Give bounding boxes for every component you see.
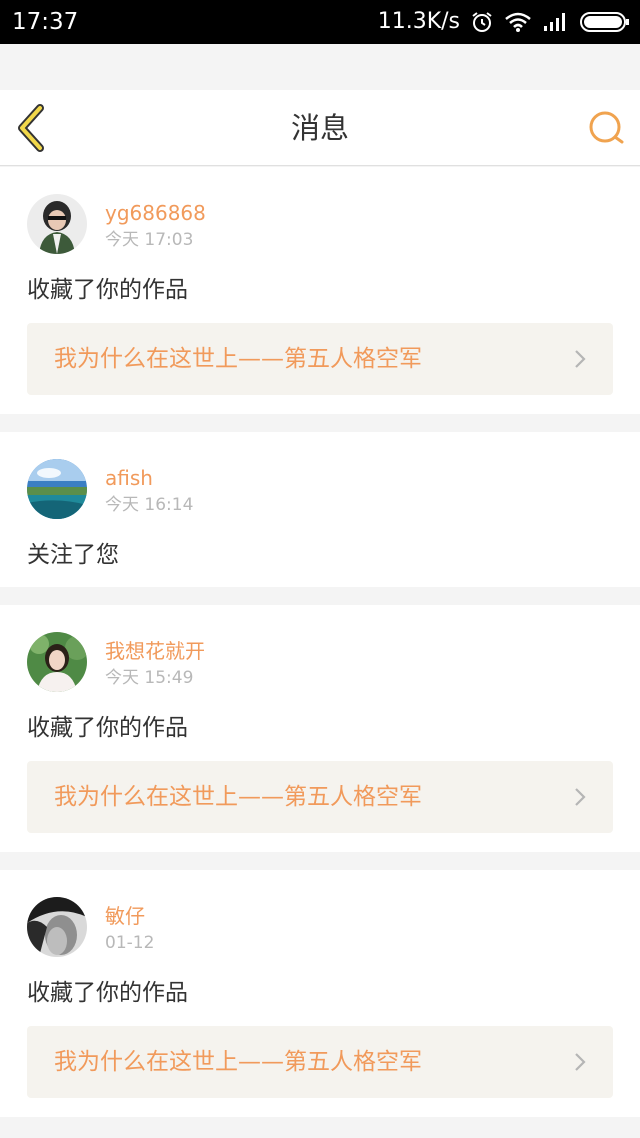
message-card: yg686868 今天 17:03 收藏了你的作品 我为什么在这世上——第五人格…	[0, 167, 640, 414]
work-link[interactable]: 我为什么在这世上——第五人格空军	[27, 323, 613, 395]
username[interactable]: 敏仔	[105, 903, 145, 929]
timestamp: 01-12	[105, 933, 155, 953]
work-title: 我为什么在这世上——第五人格空军	[54, 346, 422, 372]
message-card: 我想花就开 今天 15:49 收藏了你的作品 我为什么在这世上——第五人格空军	[0, 605, 640, 852]
status-time: 17:37	[12, 9, 79, 35]
message-card: 敏仔 01-12 收藏了你的作品 我为什么在这世上——第五人格空军	[0, 870, 640, 1117]
header: 消息	[0, 90, 640, 166]
action-text: 收藏了你的作品	[27, 980, 188, 1006]
network-speed: 11.3K/s	[377, 9, 460, 34]
work-link[interactable]: 我为什么在这世上——第五人格空军	[27, 1026, 613, 1098]
page-title: 消息	[290, 111, 349, 145]
timestamp: 今天 15:49	[105, 668, 194, 688]
avatar[interactable]	[27, 632, 87, 692]
status-icons: 11.3K/s	[378, 8, 630, 36]
alarm-icon	[472, 12, 492, 32]
avatar[interactable]	[27, 194, 87, 254]
search-icon[interactable]	[586, 108, 626, 148]
chevron-right-icon	[575, 1053, 586, 1071]
work-link[interactable]: 我为什么在这世上——第五人格空军	[27, 761, 613, 833]
avatar[interactable]	[27, 897, 87, 957]
action-text: 收藏了你的作品	[27, 715, 188, 741]
avatar[interactable]	[27, 459, 87, 519]
action-text: 收藏了你的作品	[27, 277, 188, 303]
work-title: 我为什么在这世上——第五人格空军	[54, 784, 422, 810]
chevron-right-icon	[575, 350, 586, 368]
wifi-icon	[505, 12, 531, 32]
username[interactable]: afish	[105, 465, 153, 491]
message-list: yg686868 今天 17:03 收藏了你的作品 我为什么在这世上——第五人格…	[0, 167, 640, 1135]
timestamp: 今天 17:03	[105, 230, 194, 250]
action-text: 关注了您	[27, 542, 119, 568]
username[interactable]: yg686868	[105, 200, 206, 226]
timestamp: 今天 16:14	[105, 495, 194, 515]
username[interactable]: 我想花就开	[105, 638, 205, 664]
status-bar: 17:37 11.3K/s	[0, 0, 640, 44]
signal-icon	[544, 13, 565, 31]
work-title: 我为什么在这世上——第五人格空军	[54, 1049, 422, 1075]
message-card: afish 今天 16:14 关注了您	[0, 432, 640, 587]
chevron-right-icon	[575, 788, 586, 806]
battery-icon	[580, 12, 629, 32]
